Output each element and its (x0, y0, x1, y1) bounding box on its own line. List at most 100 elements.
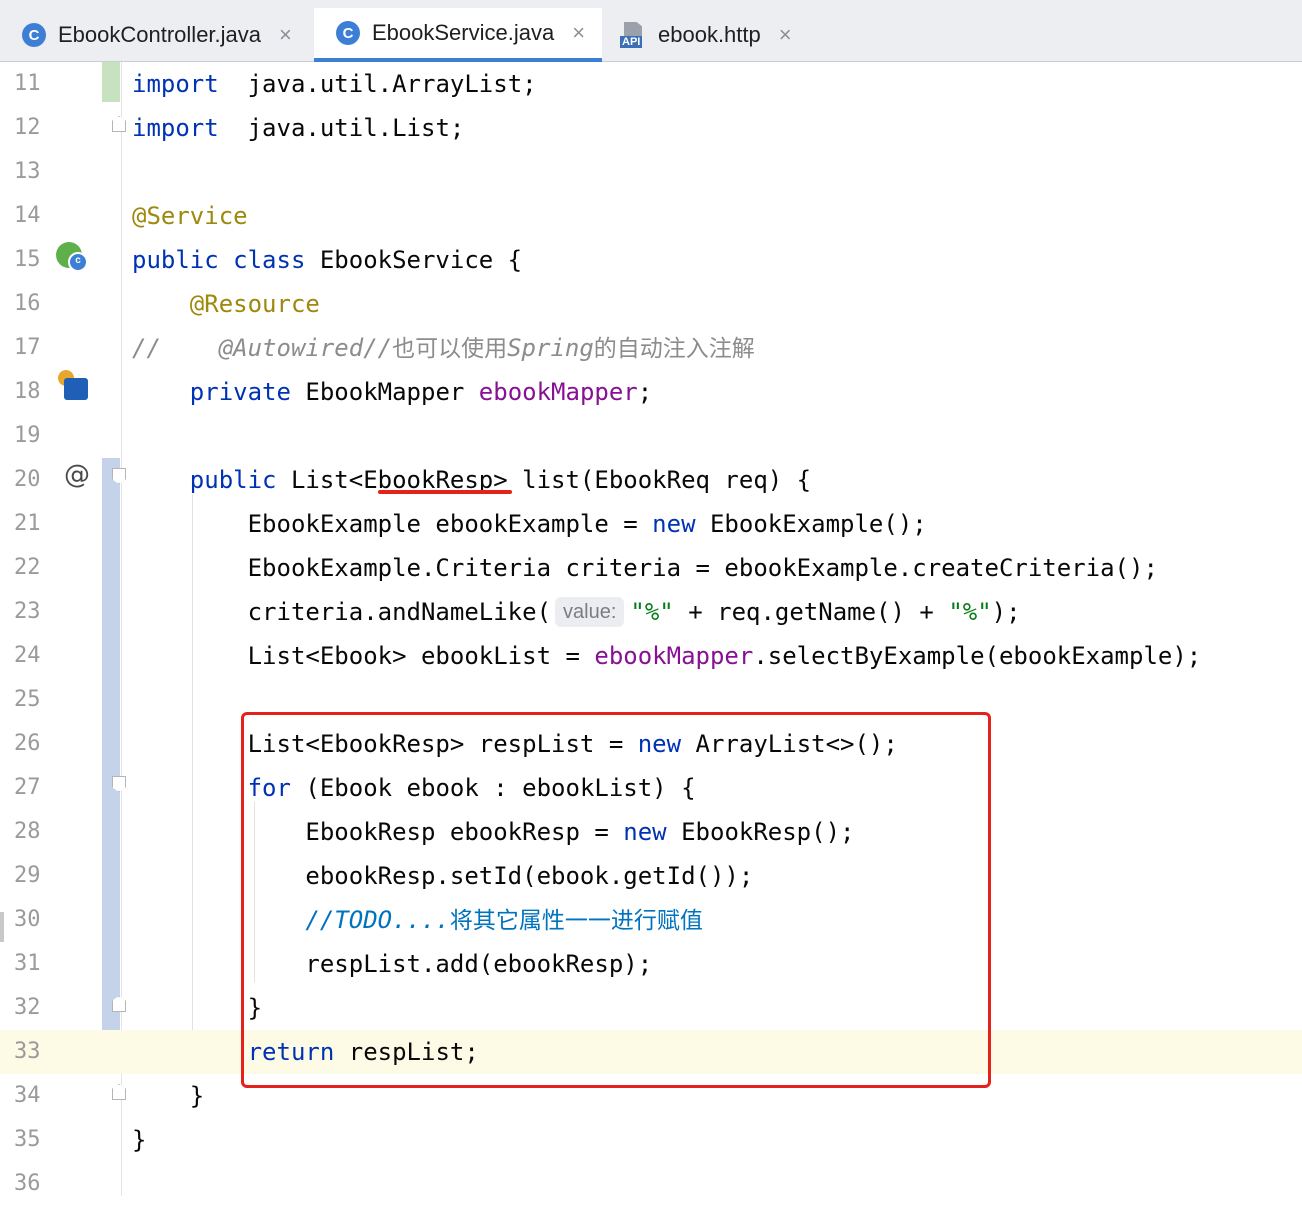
code-text: import java.util.List; (132, 106, 464, 150)
code-line[interactable]: 14 @Service (0, 194, 1302, 238)
code-text: // @Autowired//也可以使用Spring的自动注入注解 (132, 326, 755, 370)
code-token: 也可以使用 (392, 336, 508, 362)
line-number: 30 (14, 907, 41, 932)
close-icon[interactable]: × (779, 22, 792, 48)
code-text: } (132, 1118, 146, 1162)
code-line[interactable]: 19 (0, 414, 1302, 458)
code-line[interactable]: 23 criteria.andNameLike(value: "%" + req.… (0, 590, 1302, 634)
tab-ebook-http[interactable]: API ebook.http × (598, 8, 818, 62)
code-line[interactable]: 12 import java.util.List; (0, 106, 1302, 150)
code-token: import (132, 114, 219, 142)
code-line[interactable]: 13 (0, 150, 1302, 194)
code-line[interactable]: 17 // @Autowired//也可以使用Spring的自动注入注解 (0, 326, 1302, 370)
line-number: 16 (14, 291, 41, 316)
code-line[interactable]: 24 List<Ebook> ebookList = ebookMapper.s… (0, 634, 1302, 678)
code-token: } (132, 1082, 205, 1110)
line-number: 33 (14, 1039, 41, 1064)
code-token: new (652, 510, 696, 538)
code-token: Spring (507, 334, 594, 362)
code-token: + req.getName() + (673, 598, 949, 626)
close-icon[interactable]: × (279, 22, 292, 48)
line-number: 15 (14, 247, 41, 272)
at-override-icon[interactable]: @ (64, 460, 90, 490)
code-text: criteria.andNameLike(value: "%" + req.get… (132, 590, 1021, 634)
code-token: EbookExample(); (695, 510, 927, 538)
code-line[interactable]: 18 private EbookMapper ebookMapper; (0, 370, 1302, 414)
line-number: 29 (14, 863, 41, 888)
close-icon[interactable]: × (572, 20, 585, 46)
tab-ebook-service[interactable]: C EbookService.java × (314, 8, 602, 62)
tab-ebook-controller[interactable]: C EbookController.java × (0, 8, 312, 62)
line-number: 20 (14, 467, 41, 492)
code-token: List<Ebook> ebookList = (132, 642, 595, 670)
code-text: @Resource (132, 282, 320, 326)
code-token: // @Autowired// (132, 334, 393, 362)
code-line[interactable]: 20 public List<EbookResp> list(EbookReq … (0, 458, 1302, 502)
editor-tab-bar: C EbookController.java × C EbookService.… (0, 0, 1302, 62)
line-number: 35 (14, 1127, 41, 1152)
code-token: ebookMapper (594, 642, 754, 670)
class-c-icon: C (22, 23, 46, 47)
code-text: } (132, 1074, 204, 1118)
code-text: public class EbookService { (132, 238, 522, 282)
code-line[interactable]: 22 EbookExample.Criteria criteria = eboo… (0, 546, 1302, 590)
code-token: import (132, 70, 219, 98)
code-token: ebookMapper (478, 378, 638, 406)
code-text: public List<EbookResp> list(EbookReq req… (132, 458, 811, 502)
code-line[interactable]: 35} (0, 1118, 1302, 1162)
line-number: 13 (14, 159, 41, 184)
code-line[interactable]: 36 (0, 1162, 1302, 1206)
code-editor[interactable]: 11 import java.util.ArrayList; 12 import ja… (0, 62, 1302, 1196)
code-line[interactable]: 21 EbookExample ebookExample = new Ebook… (0, 502, 1302, 546)
code-token: 的自动注入注解 (593, 336, 755, 362)
line-number: 24 (14, 643, 41, 668)
code-token: java.util.ArrayList; (218, 70, 537, 98)
line-number: 32 (14, 995, 41, 1020)
parameter-hint: value: (555, 597, 625, 627)
spring-bean-icon[interactable]: c (56, 242, 88, 272)
line-number: 36 (14, 1171, 41, 1196)
code-token: ); (991, 598, 1021, 626)
code-token: @Service (132, 202, 248, 230)
code-token: List<EbookResp> list(EbookReq req) { (276, 466, 812, 494)
line-number: 28 (14, 819, 41, 844)
tab-label: EbookService.java (372, 20, 555, 45)
code-token: EbookExample ebookExample = (132, 510, 653, 538)
tab-label: ebook.http (658, 22, 761, 47)
inject-autowire-icon[interactable] (58, 370, 88, 400)
code-text: @Service (132, 194, 248, 238)
code-token: } (132, 1126, 147, 1154)
class-c-icon: C (336, 21, 360, 45)
line-number: 19 (14, 423, 41, 448)
api-file-icon: API (620, 22, 646, 48)
line-number: 27 (14, 775, 41, 800)
line-number: 25 (14, 687, 41, 712)
code-line[interactable]: 11 import java.util.ArrayList; (0, 62, 1302, 106)
code-token: "%" (630, 598, 674, 626)
line-number: 21 (14, 511, 41, 536)
code-token: "%" (948, 598, 992, 626)
code-text: import java.util.ArrayList; (132, 62, 537, 106)
line-number: 26 (14, 731, 41, 756)
code-token: public (189, 466, 277, 494)
code-token: public class (132, 246, 306, 274)
code-token: criteria.andNameLike( (132, 598, 552, 626)
code-line[interactable]: 16 @Resource (0, 282, 1302, 326)
tab-label: EbookController.java (58, 22, 262, 47)
code-text: EbookExample.Criteria criteria = ebookEx… (132, 546, 1158, 590)
line-number: 18 (14, 379, 41, 404)
code-token: EbookMapper (290, 378, 479, 406)
line-number: 34 (14, 1083, 41, 1108)
code-token: ; (637, 378, 653, 406)
line-number: 11 (14, 71, 41, 96)
code-token: EbookExample.Criteria criteria = ebookEx… (132, 554, 1158, 582)
line-number: 14 (14, 203, 41, 228)
code-line[interactable]: 15 public class EbookService { (0, 238, 1302, 282)
code-token: java.util.List; (218, 114, 465, 142)
line-number: 22 (14, 555, 41, 580)
